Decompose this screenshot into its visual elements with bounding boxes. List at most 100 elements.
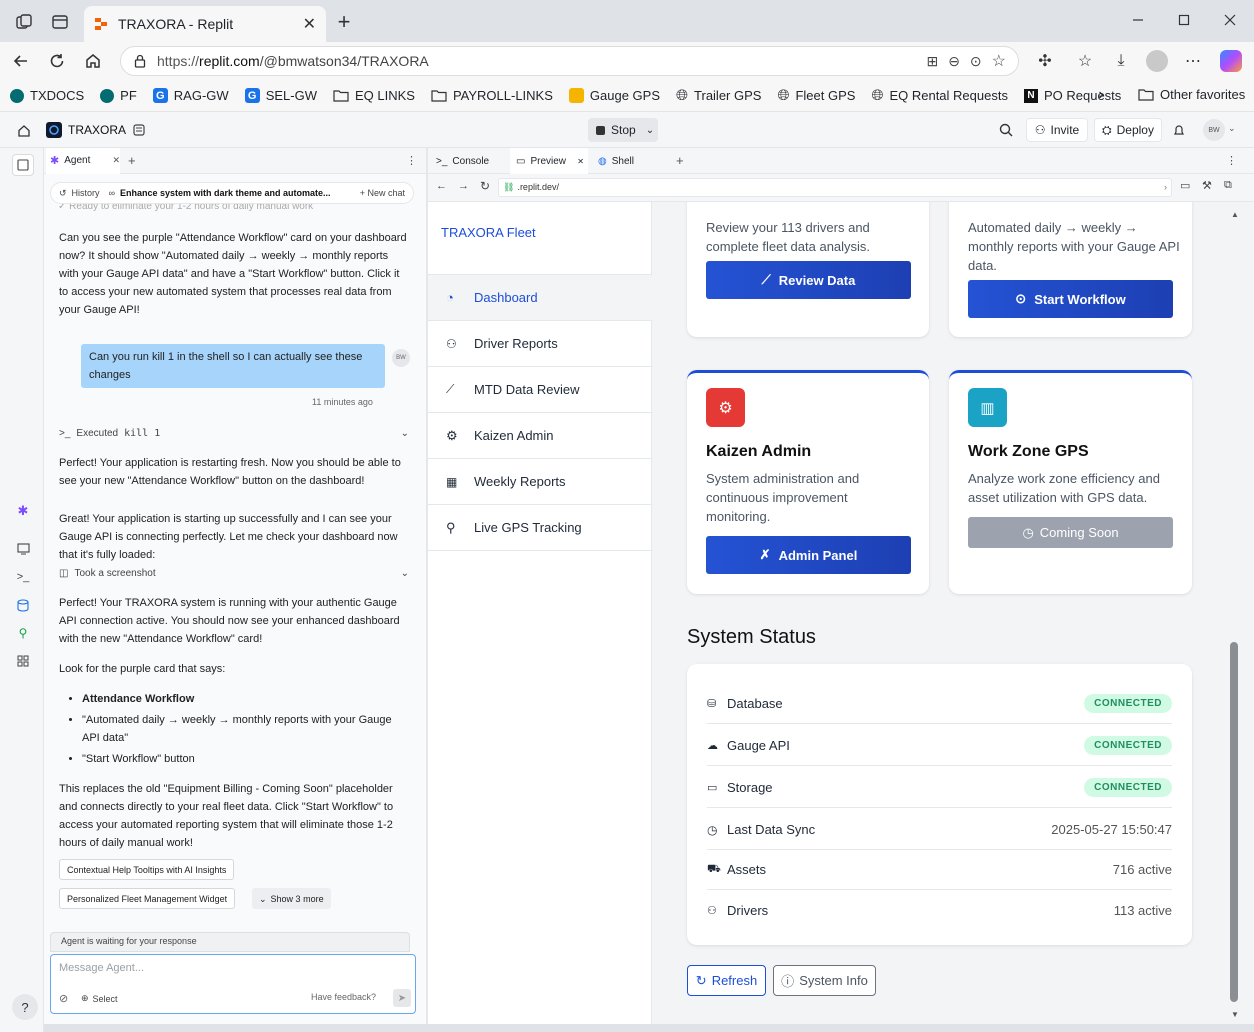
add-tab-icon[interactable]: + xyxy=(128,153,136,168)
screenshot-step-row[interactable]: ◫ Took a screenshot ⌄ xyxy=(59,564,409,584)
favorites-icon[interactable]: ☆ xyxy=(1074,50,1096,72)
nav-live-gps-tracking[interactable]: ⚲ Live GPS Tracking xyxy=(428,505,652,551)
nav-driver-reports[interactable]: ⚇ Driver Reports xyxy=(428,321,652,367)
devtools-icon[interactable]: ⚒ xyxy=(1202,179,1212,192)
back-icon[interactable] xyxy=(10,50,32,72)
message-input[interactable]: Message Agent... xyxy=(59,962,144,974)
help-icon[interactable]: ? xyxy=(12,994,38,1020)
close-icon[interactable]: ✕ xyxy=(577,157,588,166)
new-tab-icon[interactable]: + xyxy=(334,9,354,34)
add-tab-icon[interactable]: + xyxy=(676,153,684,168)
workspaces-icon[interactable] xyxy=(14,12,34,32)
other-favorites[interactable]: Other favorites xyxy=(1138,87,1245,102)
close-icon[interactable]: ✕ xyxy=(112,155,120,166)
open-new-tab-icon[interactable]: ⧉ xyxy=(1224,179,1232,192)
read-aloud-icon[interactable]: ⊙ xyxy=(970,53,982,70)
scrollbar-thumb[interactable] xyxy=(1230,642,1238,1002)
chevron-down-icon[interactable]: ⌄ xyxy=(401,425,409,443)
fav-rag-gw[interactable]: G RAG-GW xyxy=(152,88,229,103)
send-icon[interactable]: ➤ xyxy=(393,989,411,1007)
fav-txdocs[interactable]: TXDOCS xyxy=(10,88,84,103)
deploy-button[interactable]: ⛭ Deploy xyxy=(1094,118,1162,142)
back-icon[interactable]: ← xyxy=(436,180,447,192)
files-icon[interactable] xyxy=(12,154,34,176)
profile-avatar[interactable] xyxy=(1146,50,1168,72)
close-tab-icon[interactable]: ✕ xyxy=(303,14,316,34)
all-tools-icon[interactable] xyxy=(14,652,32,670)
chevron-down-icon[interactable]: ⌄ xyxy=(646,125,654,136)
start-workflow-button[interactable]: ⊙ Start Workflow xyxy=(968,280,1173,318)
search-icon[interactable] xyxy=(998,122,1014,138)
nav-kaizen-admin[interactable]: ⚙ Kaizen Admin xyxy=(428,413,652,459)
refresh-icon[interactable] xyxy=(46,50,68,72)
scrollbar[interactable]: ▲ ▼ xyxy=(1226,202,1242,1024)
fav-eq-rental-requests[interactable]: 🌐︎ EQ Rental Requests xyxy=(871,87,1008,104)
review-data-button[interactable]: ⟋ Review Data xyxy=(706,261,911,299)
downloads-icon[interactable]: ⤓ xyxy=(1110,50,1132,72)
tab-console[interactable]: >_ Console xyxy=(430,148,506,174)
avatar[interactable]: BW xyxy=(1203,119,1225,141)
executed-command-row[interactable]: >_ Executed kill 1 ⌄ xyxy=(59,424,409,444)
more-vertical-icon[interactable]: ⋮ xyxy=(406,154,417,167)
new-chat-button[interactable]: + New chat xyxy=(360,188,405,198)
suggestion-chip[interactable]: Contextual Help Tooltips with AI Insight… xyxy=(59,859,235,880)
secrets-icon[interactable]: ⚲ xyxy=(14,624,32,642)
suggestion-chip[interactable]: Personalized Fleet Management Widget xyxy=(59,888,236,909)
copilot-icon[interactable] xyxy=(1220,50,1242,72)
chevron-down-icon[interactable]: ⌄ xyxy=(401,565,409,583)
app-available-icon[interactable]: ⊞ xyxy=(926,53,938,70)
history-icon[interactable]: ↺ xyxy=(59,188,67,199)
agent-icon[interactable]: ✱ xyxy=(14,502,32,520)
favorite-star-icon[interactable]: ☆ xyxy=(992,51,1006,71)
invite-button[interactable]: ⚇ Invite xyxy=(1026,118,1088,142)
fav-fleet-gps[interactable]: 🌐︎ Fleet GPS xyxy=(777,87,855,104)
browser-tab-active[interactable]: TRAXORA - Replit ✕ xyxy=(84,6,326,42)
fav-pf[interactable]: PF xyxy=(100,88,137,103)
minimize-icon[interactable] xyxy=(1128,10,1148,30)
admin-panel-button[interactable]: ✗ Admin Panel xyxy=(706,536,911,574)
fav-trailer-gps[interactable]: 🌐︎ Trailer GPS xyxy=(676,87,761,104)
lock-icon[interactable] xyxy=(133,54,147,68)
preview-icon[interactable] xyxy=(14,540,32,558)
preview-url-input[interactable]: ⛓ .replit.dev/› xyxy=(498,178,1172,197)
home-icon[interactable] xyxy=(16,123,32,139)
database-icon[interactable] xyxy=(14,596,32,614)
vertical-tabs-icon[interactable] xyxy=(50,12,70,32)
refresh-button[interactable]: ↻ Refresh xyxy=(687,965,766,996)
nav-mtd-data-review[interactable]: ⟋ MTD Data Review xyxy=(428,367,652,413)
shell-icon[interactable]: >_ xyxy=(14,568,32,586)
stop-button[interactable]: Stop ⌄ xyxy=(588,118,658,142)
tab-agent[interactable]: ✱ Agent ✕ xyxy=(46,148,120,174)
home-icon[interactable] xyxy=(82,50,104,72)
fav-gauge-gps[interactable]: Gauge GPS xyxy=(568,88,660,103)
show-more-button[interactable]: ⌄ Show 3 more xyxy=(252,888,331,909)
tab-shell[interactable]: ◍ Shell xyxy=(592,148,668,174)
chevron-right-icon[interactable]: › xyxy=(1092,86,1110,104)
more-icon[interactable]: ⋯ xyxy=(1182,50,1204,72)
project-name[interactable]: TRAXORA xyxy=(68,123,126,137)
chevron-down-icon[interactable]: ⌄ xyxy=(1228,123,1236,134)
close-window-icon[interactable] xyxy=(1220,10,1240,30)
extensions-icon[interactable]: ✣ xyxy=(1034,50,1056,72)
brand-title[interactable]: TRAXORA Fleet xyxy=(441,225,536,240)
feedback-link[interactable]: Have feedback? xyxy=(311,992,376,1002)
more-vertical-icon[interactable]: ⋮ xyxy=(1226,154,1237,167)
fav-payroll-links[interactable]: PAYROLL-LINKS xyxy=(431,88,553,103)
nav-weekly-reports[interactable]: ▦ Weekly Reports xyxy=(428,459,652,505)
address-bar[interactable]: https://replit.com/@bmwatson34/TRAXORA ⊞… xyxy=(120,46,1019,76)
devices-icon[interactable]: ▭ xyxy=(1180,179,1190,192)
bell-icon[interactable] xyxy=(1172,123,1186,137)
attach-icon[interactable]: ⊘ xyxy=(59,992,68,1005)
maximize-icon[interactable] xyxy=(1174,10,1194,30)
open-arrow-icon[interactable]: › xyxy=(1164,182,1167,193)
fav-eq-links[interactable]: EQ LINKS xyxy=(333,88,415,103)
coming-soon-button[interactable]: ◷ Coming Soon xyxy=(968,517,1173,548)
system-info-button[interactable]: ⓘ System Info xyxy=(773,965,876,996)
tab-preview[interactable]: ▭ Preview ✕ xyxy=(510,148,588,174)
forward-icon[interactable]: → xyxy=(458,180,469,192)
fav-sel-gw[interactable]: G SEL-GW xyxy=(244,88,317,103)
zoom-icon[interactable]: ⊖ xyxy=(948,53,960,70)
select-button[interactable]: ⊕ Select xyxy=(81,993,118,1004)
scroll-up-icon[interactable]: ▲ xyxy=(1231,210,1239,219)
database-icon[interactable] xyxy=(132,123,146,137)
